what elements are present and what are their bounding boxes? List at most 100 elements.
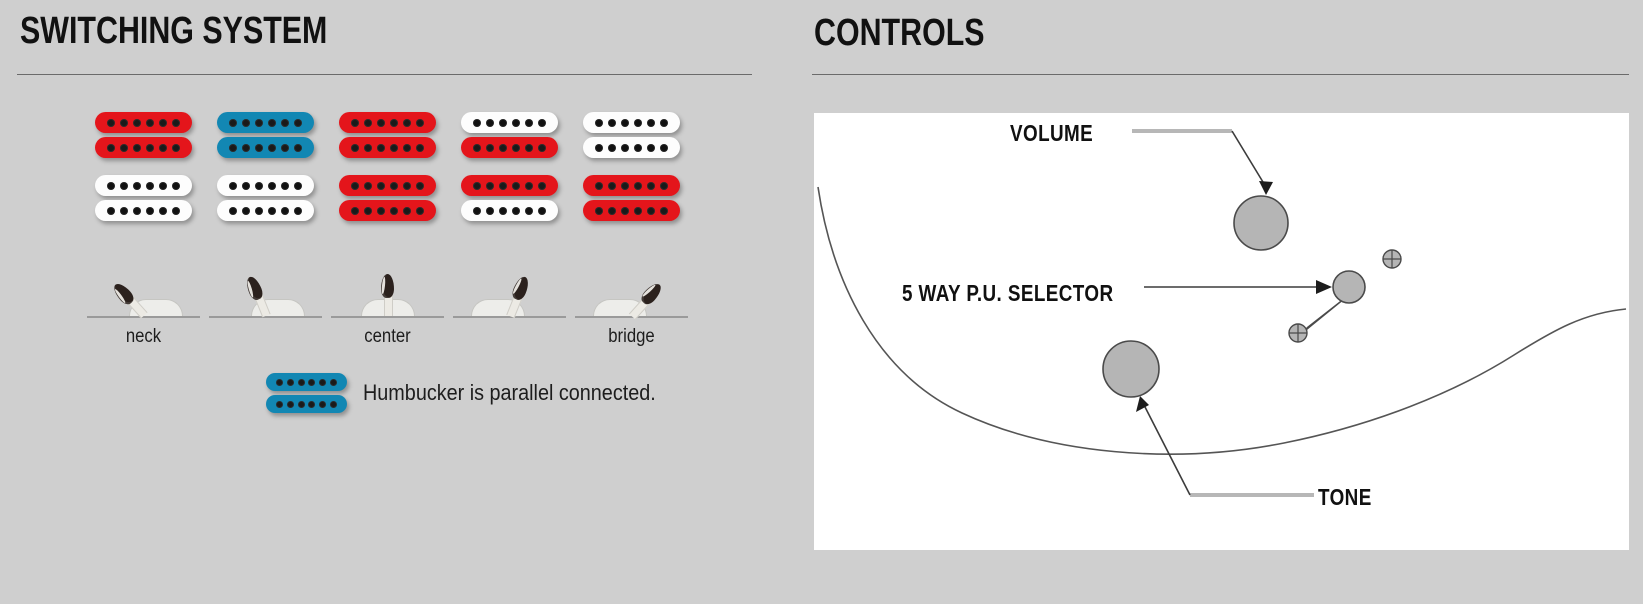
- pole-piece: [229, 118, 237, 127]
- pole-piece: [364, 206, 372, 215]
- pole-piece: [403, 181, 411, 190]
- pickup-coil-blue: [266, 395, 347, 413]
- switch-position-1[interactable]: [87, 272, 200, 324]
- pole-piece: [634, 143, 642, 152]
- pole-piece: [294, 206, 302, 215]
- pole-piece: [634, 206, 642, 215]
- pickup-coil-blue: [217, 112, 314, 133]
- switch-baseline: [87, 316, 200, 318]
- neck-humbucker-3: [339, 112, 436, 158]
- switch-baseline: [209, 316, 322, 318]
- pole-piece: [172, 181, 180, 190]
- pole-piece: [297, 378, 305, 386]
- pole-piece: [647, 181, 655, 190]
- switch-lever[interactable]: [381, 274, 394, 316]
- pole-piece: [255, 181, 263, 190]
- pole-piece: [499, 118, 507, 127]
- pole-piece: [172, 118, 180, 127]
- bridge-humbucker-5: [583, 175, 680, 221]
- neck-humbucker-1: [95, 112, 192, 158]
- bridge-humbucker-2: [217, 175, 314, 221]
- pole-piece: [172, 143, 180, 152]
- pole-piece: [538, 118, 546, 127]
- lever-tip: [381, 274, 394, 298]
- pole-piece: [364, 181, 372, 190]
- pole-piece: [525, 118, 533, 127]
- selector-label: 5 WAY P.U. SELECTOR: [902, 280, 1114, 306]
- pole-piece: [377, 143, 385, 152]
- pole-piece: [120, 143, 128, 152]
- pickup-coil-red: [339, 175, 436, 196]
- switching-system-panel: SWITCHING SYSTEM neck center bridge Humbuc…: [0, 0, 800, 604]
- pole-piece: [621, 143, 629, 152]
- pole-piece: [486, 206, 494, 215]
- pole-piece: [403, 143, 411, 152]
- pole-piece: [330, 400, 338, 408]
- pickup-coil-red: [583, 200, 680, 221]
- pole-piece: [120, 206, 128, 215]
- pole-piece: [294, 181, 302, 190]
- pole-piece: [390, 181, 398, 190]
- pole-piece: [281, 206, 289, 215]
- pole-piece: [294, 118, 302, 127]
- switch-position-4[interactable]: [453, 272, 566, 324]
- pole-piece: [660, 118, 668, 127]
- pole-piece: [473, 143, 481, 152]
- pole-piece: [512, 118, 520, 127]
- screw-lower: [1288, 323, 1308, 343]
- pole-piece: [146, 118, 154, 127]
- pickup-coil-red: [339, 200, 436, 221]
- pole-piece: [268, 118, 276, 127]
- pole-piece: [297, 400, 305, 408]
- pole-piece: [377, 206, 385, 215]
- pole-piece: [364, 143, 372, 152]
- pole-piece: [242, 181, 250, 190]
- neck-humbucker-5: [583, 112, 680, 158]
- pickup-column-5: [583, 112, 680, 221]
- pole-piece: [242, 143, 250, 152]
- pickup-column-2: [217, 112, 314, 221]
- pole-piece: [281, 143, 289, 152]
- pole-piece: [351, 118, 359, 127]
- bridge-humbucker-1: [95, 175, 192, 221]
- tone-knob: [1102, 340, 1160, 398]
- controls-diagram-board: VOLUME 5 WAY P.U. SELECTOR TONE: [814, 113, 1629, 550]
- switch-position-5[interactable]: [575, 272, 688, 324]
- pickup-coil-white: [461, 200, 558, 221]
- pole-piece: [294, 143, 302, 152]
- guitar-body-outline: [817, 186, 1627, 455]
- pole-piece: [525, 143, 533, 152]
- switch-lever[interactable]: [503, 274, 532, 319]
- switch-position-label-1: neck: [125, 326, 162, 347]
- five-way-selector-switch: [1300, 270, 1366, 335]
- pole-piece: [473, 118, 481, 127]
- pole-piece: [660, 143, 668, 152]
- pole-piece: [146, 143, 154, 152]
- switch-position-3[interactable]: [331, 272, 444, 324]
- switch-position-2[interactable]: [209, 272, 322, 324]
- pole-piece: [416, 181, 424, 190]
- controls-panel: CONTROLS VOLUME 5 WAY P.U. SELECTOR TONE: [800, 0, 1643, 604]
- pole-piece: [286, 400, 294, 408]
- pole-piece: [634, 118, 642, 127]
- pickup-coil-white: [217, 175, 314, 196]
- switch-position-label-5: bridge: [608, 326, 655, 347]
- volume-leader-line: [1132, 129, 1273, 195]
- pole-piece: [229, 206, 237, 215]
- pole-piece: [390, 143, 398, 152]
- tone-leader-line: [1136, 396, 1314, 497]
- pickup-coil-red: [461, 175, 558, 196]
- pole-piece: [120, 118, 128, 127]
- pole-piece: [525, 206, 533, 215]
- pickup-coil-white: [95, 200, 192, 221]
- pickup-coil-red: [339, 112, 436, 133]
- switch-position-label-2: [223, 326, 308, 348]
- pole-piece: [595, 181, 603, 190]
- pole-piece: [403, 206, 411, 215]
- pole-piece: [107, 118, 115, 127]
- pole-piece: [647, 143, 655, 152]
- switch-lever[interactable]: [243, 274, 271, 318]
- pole-piece: [621, 118, 629, 127]
- pole-piece: [242, 118, 250, 127]
- pole-piece: [416, 118, 424, 127]
